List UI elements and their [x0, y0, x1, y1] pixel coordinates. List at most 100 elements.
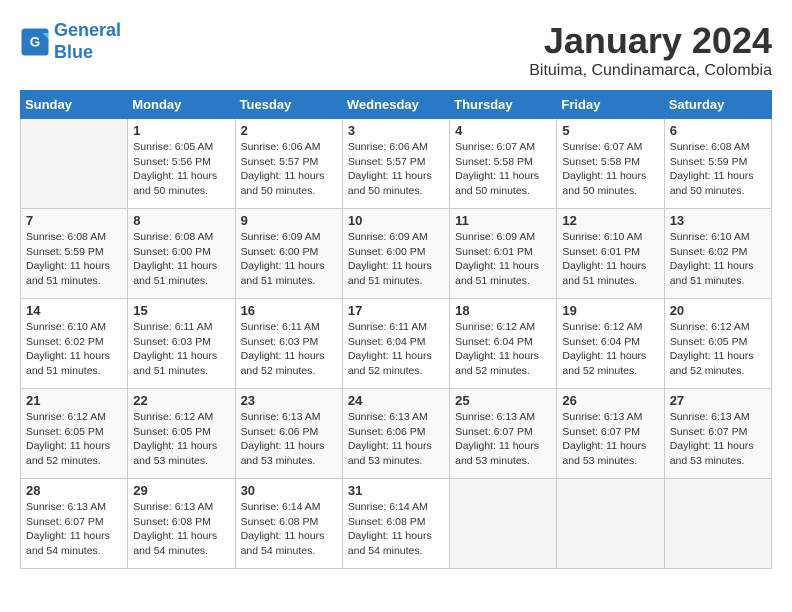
- calendar-cell: 26Sunrise: 6:13 AMSunset: 6:07 PMDayligh…: [557, 389, 664, 479]
- calendar-cell: 27Sunrise: 6:13 AMSunset: 6:07 PMDayligh…: [664, 389, 771, 479]
- day-number: 6: [670, 123, 766, 138]
- day-info: Sunrise: 6:13 AMSunset: 6:07 PMDaylight:…: [670, 410, 766, 469]
- logo-text: GeneralBlue: [54, 20, 121, 63]
- day-number: 1: [133, 123, 229, 138]
- header-tuesday: Tuesday: [235, 91, 342, 119]
- logo-icon: G: [20, 27, 50, 57]
- calendar-cell: 10 Sunrise: 6:09 AMSunset: 6:00 PMDayligh…: [342, 209, 449, 299]
- calendar-cell: 1 Sunrise: 6:05 AMSunset: 5:56 PMDaylight…: [128, 119, 235, 209]
- calendar-cell: 28Sunrise: 6:13 AMSunset: 6:07 PMDayligh…: [21, 479, 128, 569]
- day-info: Sunrise: 6:10 AMSunset: 6:01 PMDaylight:…: [562, 230, 658, 289]
- day-info: Sunrise: 6:06 AMSunset: 5:57 PMDaylight:…: [348, 140, 444, 199]
- day-info: Sunrise: 6:07 AMSunset: 5:58 PMDaylight:…: [455, 140, 551, 199]
- calendar-cell: 30 Sunrise: 6:14 AMSunset: 6:08 PMDayligh…: [235, 479, 342, 569]
- day-number: 31: [348, 483, 444, 498]
- day-info: Sunrise: 6:13 AMSunset: 6:06 PMDaylight:…: [241, 410, 337, 469]
- day-number: 10: [348, 213, 444, 228]
- calendar-cell: [664, 479, 771, 569]
- calendar-cell: 9Sunrise: 6:09 AMSunset: 6:00 PMDaylight…: [235, 209, 342, 299]
- calendar-cell: [450, 479, 557, 569]
- day-number: 20: [670, 303, 766, 318]
- month-year: January 2024: [529, 20, 772, 62]
- calendar-cell: 11Sunrise: 6:09 AMSunset: 6:01 PMDayligh…: [450, 209, 557, 299]
- calendar-cell: 7 Sunrise: 6:08 AMSunset: 5:59 PMDaylight…: [21, 209, 128, 299]
- day-info: Sunrise: 6:09 AMSunset: 6:00 PMDaylight:…: [348, 230, 444, 289]
- svg-text:G: G: [30, 34, 41, 49]
- day-number: 4: [455, 123, 551, 138]
- calendar-cell: 29 Sunrise: 6:13 AMSunset: 6:08 PMDayligh…: [128, 479, 235, 569]
- day-number: 26: [562, 393, 658, 408]
- day-number: 2: [241, 123, 337, 138]
- calendar-week-2: 7 Sunrise: 6:08 AMSunset: 5:59 PMDaylight…: [21, 209, 772, 299]
- header-sunday: Sunday: [21, 91, 128, 119]
- location: Bituima, Cundinamarca, Colombia: [529, 62, 772, 80]
- day-info: Sunrise: 6:14 AMSunset: 6:08 PMDaylight:…: [241, 500, 337, 559]
- page-header: G GeneralBlue January 2024 Bituima, Cund…: [20, 20, 772, 80]
- day-info: Sunrise: 6:12 AMSunset: 6:05 PMDaylight:…: [26, 410, 122, 469]
- day-info: Sunrise: 6:12 AMSunset: 6:05 PMDaylight:…: [670, 320, 766, 379]
- day-info: Sunrise: 6:11 AMSunset: 6:04 PMDaylight:…: [348, 320, 444, 379]
- day-info: Sunrise: 6:11 AMSunset: 6:03 PMDaylight:…: [133, 320, 229, 379]
- calendar-cell: 25Sunrise: 6:13 AMSunset: 6:07 PMDayligh…: [450, 389, 557, 479]
- header-saturday: Saturday: [664, 91, 771, 119]
- day-number: 23: [241, 393, 337, 408]
- calendar-cell: 16 Sunrise: 6:11 AMSunset: 6:03 PMDayligh…: [235, 299, 342, 389]
- day-number: 30: [241, 483, 337, 498]
- day-number: 12: [562, 213, 658, 228]
- calendar-cell: [21, 119, 128, 209]
- day-number: 22: [133, 393, 229, 408]
- day-number: 13: [670, 213, 766, 228]
- calendar-cell: 20 Sunrise: 6:12 AMSunset: 6:05 PMDayligh…: [664, 299, 771, 389]
- day-info: Sunrise: 6:08 AMSunset: 5:59 PMDaylight:…: [26, 230, 122, 289]
- calendar-cell: 5 Sunrise: 6:07 AMSunset: 5:58 PMDaylight…: [557, 119, 664, 209]
- day-info: Sunrise: 6:10 AMSunset: 6:02 PMDaylight:…: [26, 320, 122, 379]
- calendar-cell: 24 Sunrise: 6:13 AMSunset: 6:06 PMDayligh…: [342, 389, 449, 479]
- day-number: 16: [241, 303, 337, 318]
- calendar-week-3: 14 Sunrise: 6:10 AMSunset: 6:02 PMDayligh…: [21, 299, 772, 389]
- calendar-cell: 22Sunrise: 6:12 AMSunset: 6:05 PMDayligh…: [128, 389, 235, 479]
- day-info: Sunrise: 6:13 AMSunset: 6:06 PMDaylight:…: [348, 410, 444, 469]
- calendar-cell: 3 Sunrise: 6:06 AMSunset: 5:57 PMDaylight…: [342, 119, 449, 209]
- day-number: 3: [348, 123, 444, 138]
- day-number: 8: [133, 213, 229, 228]
- day-number: 14: [26, 303, 122, 318]
- day-number: 9: [241, 213, 337, 228]
- calendar-cell: 19Sunrise: 6:12 AMSunset: 6:04 PMDayligh…: [557, 299, 664, 389]
- calendar-cell: 23 Sunrise: 6:13 AMSunset: 6:06 PMDayligh…: [235, 389, 342, 479]
- day-info: Sunrise: 6:09 AMSunset: 6:01 PMDaylight:…: [455, 230, 551, 289]
- day-info: Sunrise: 6:12 AMSunset: 6:04 PMDaylight:…: [562, 320, 658, 379]
- calendar-cell: 6 Sunrise: 6:08 AMSunset: 5:59 PMDaylight…: [664, 119, 771, 209]
- calendar-cell: 13Sunrise: 6:10 AMSunset: 6:02 PMDayligh…: [664, 209, 771, 299]
- calendar-table: SundayMondayTuesdayWednesdayThursdayFrid…: [20, 90, 772, 569]
- day-info: Sunrise: 6:08 AMSunset: 5:59 PMDaylight:…: [670, 140, 766, 199]
- calendar-header-row: SundayMondayTuesdayWednesdayThursdayFrid…: [21, 91, 772, 119]
- day-info: Sunrise: 6:07 AMSunset: 5:58 PMDaylight:…: [562, 140, 658, 199]
- day-number: 7: [26, 213, 122, 228]
- day-number: 17: [348, 303, 444, 318]
- calendar-cell: 15 Sunrise: 6:11 AMSunset: 6:03 PMDayligh…: [128, 299, 235, 389]
- header-monday: Monday: [128, 91, 235, 119]
- calendar-week-4: 21 Sunrise: 6:12 AMSunset: 6:05 PMDayligh…: [21, 389, 772, 479]
- calendar-cell: 17 Sunrise: 6:11 AMSunset: 6:04 PMDayligh…: [342, 299, 449, 389]
- day-info: Sunrise: 6:05 AMSunset: 5:56 PMDaylight:…: [133, 140, 229, 199]
- calendar-cell: 31Sunrise: 6:14 AMSunset: 6:08 PMDayligh…: [342, 479, 449, 569]
- title-block: January 2024 Bituima, Cundinamarca, Colo…: [529, 20, 772, 80]
- calendar-cell: [557, 479, 664, 569]
- calendar-cell: 2Sunrise: 6:06 AMSunset: 5:57 PMDaylight…: [235, 119, 342, 209]
- day-number: 24: [348, 393, 444, 408]
- day-number: 21: [26, 393, 122, 408]
- day-number: 15: [133, 303, 229, 318]
- calendar-cell: 12 Sunrise: 6:10 AMSunset: 6:01 PMDayligh…: [557, 209, 664, 299]
- day-info: Sunrise: 6:13 AMSunset: 6:08 PMDaylight:…: [133, 500, 229, 559]
- calendar-cell: 8 Sunrise: 6:08 AMSunset: 6:00 PMDaylight…: [128, 209, 235, 299]
- day-info: Sunrise: 6:08 AMSunset: 6:00 PMDaylight:…: [133, 230, 229, 289]
- header-friday: Friday: [557, 91, 664, 119]
- day-number: 5: [562, 123, 658, 138]
- day-info: Sunrise: 6:12 AMSunset: 6:04 PMDaylight:…: [455, 320, 551, 379]
- day-info: Sunrise: 6:11 AMSunset: 6:03 PMDaylight:…: [241, 320, 337, 379]
- day-info: Sunrise: 6:13 AMSunset: 6:07 PMDaylight:…: [455, 410, 551, 469]
- day-number: 29: [133, 483, 229, 498]
- day-number: 28: [26, 483, 122, 498]
- calendar-cell: 21 Sunrise: 6:12 AMSunset: 6:05 PMDayligh…: [21, 389, 128, 479]
- logo: G GeneralBlue: [20, 20, 121, 63]
